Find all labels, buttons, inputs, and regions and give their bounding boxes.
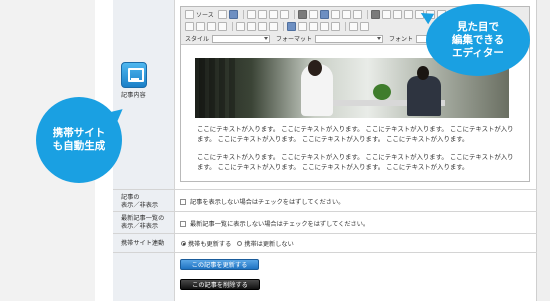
align-left-icon[interactable] [185,22,194,31]
hide-latest-row: 最新記事一覧に表示しない場合はチェックをはずしてください。 [180,219,369,228]
photo-detail [229,58,235,118]
toolbar-separator [242,10,244,19]
hide-article-text: 記事を表示しない場合はチェックをはずしてください。 [190,199,345,206]
undo-icon[interactable] [246,10,256,19]
smiley-icon[interactable] [320,22,329,31]
bold-icon[interactable] [370,10,380,19]
align-justify-icon[interactable] [218,22,227,31]
replace-icon[interactable] [308,10,318,19]
radio-update-mobile[interactable] [181,241,186,246]
align-center-icon[interactable] [196,22,205,31]
row-divider [113,252,537,253]
editor-callout-bubble: 見た目で 編集できる エディター [417,4,530,76]
toolbar-separator [293,10,295,19]
special-char-icon[interactable] [341,10,351,19]
format-select[interactable] [315,34,384,43]
photo-detail [407,76,441,116]
insert-image-icon[interactable] [287,22,296,31]
source-button-label[interactable]: ソース [196,10,214,19]
source-icon[interactable] [185,10,194,19]
font-label: フォント [389,36,414,43]
spellcheck-icon[interactable] [228,10,238,19]
mobile-callout-bubble: 携帯サイト も自動生成 [36,97,127,183]
editor-paragraph[interactable]: ここにテキストが入ります。 ここにテキストが入ります。 ここにテキストが入ります… [197,125,517,144]
photo-detail [308,60,322,76]
style-select[interactable] [212,34,271,43]
bulleted-list-icon[interactable] [247,22,256,31]
image-icon[interactable] [319,10,329,19]
radio-no-update[interactable] [237,241,243,246]
hide-latest-checkbox[interactable] [180,220,186,227]
editor-callout-text: 見た目で 編集できる エディター [451,20,505,59]
horizontal-rule-icon[interactable] [309,22,318,31]
photo-detail [219,58,225,118]
toolbar-separator [366,10,368,19]
find-icon[interactable] [297,10,307,19]
underline-icon[interactable] [392,10,402,19]
content-editor-icon [121,62,147,88]
photo-detail [199,58,205,118]
page-break-icon[interactable] [331,22,340,31]
photo-detail [209,58,215,118]
mobile-radio-group: 携帯も更新する 携帯は更新しない [181,239,300,248]
radio-no-update-label[interactable]: 携帯は更新しない [244,239,294,248]
hide-latest-text: 最新記事一覧に表示しない場合はチェックをはずしてください。 [190,221,370,228]
delete-article-button[interactable]: この記事を削除する [180,279,260,290]
cut-icon[interactable] [268,10,278,19]
row-divider [113,233,537,234]
hide-article-row: 記事を表示しない場合はチェックをはずしてください。 [180,197,344,206]
latest-visibility-label: 最新記事一覧の 表示／非表示 [121,215,165,230]
toolbar-separator [345,22,346,31]
link-icon[interactable] [352,10,362,19]
editor-paragraph[interactable]: ここにテキストが入ります。 ここにテキストが入ります。 ここにテキストが入ります… [197,153,517,172]
italic-icon[interactable] [381,10,391,19]
hide-article-checkbox[interactable] [180,198,186,205]
toolbar-separator [232,22,233,31]
table-icon[interactable] [330,10,340,19]
toolbar-row-1: ソース [185,9,448,20]
radio-update-label[interactable]: 携帯も更新する [188,239,231,248]
toolbar-separator [283,22,284,31]
photo-detail [417,66,429,80]
strikethrough-icon[interactable] [403,10,413,19]
format-label: フォーマット [276,36,313,43]
preview-icon[interactable] [217,10,227,19]
toolbar-row-2 [185,21,371,32]
numbered-list-icon[interactable] [236,22,245,31]
indent-icon[interactable] [269,22,278,31]
photo-detail [373,84,391,100]
content-label: 記事内容 [121,92,146,99]
label-column [113,0,175,301]
bg-color-icon[interactable] [360,22,369,31]
style-label: スタイル [185,36,210,43]
article-visibility-label: 記事の 表示／非表示 [121,194,159,209]
flash-icon[interactable] [298,22,307,31]
copy-icon[interactable] [279,10,289,19]
align-right-icon[interactable] [207,22,216,31]
update-article-button[interactable]: この記事を更新する [180,259,259,270]
outdent-icon[interactable] [258,22,267,31]
mobile-callout-text: 携帯サイト も自動生成 [52,127,106,152]
row-divider [113,189,537,190]
row-divider [113,211,537,212]
mobile-link-label: 携帯サイト連動 [121,240,165,247]
text-color-icon[interactable] [349,22,358,31]
right-background [537,0,550,301]
redo-icon[interactable] [257,10,267,19]
